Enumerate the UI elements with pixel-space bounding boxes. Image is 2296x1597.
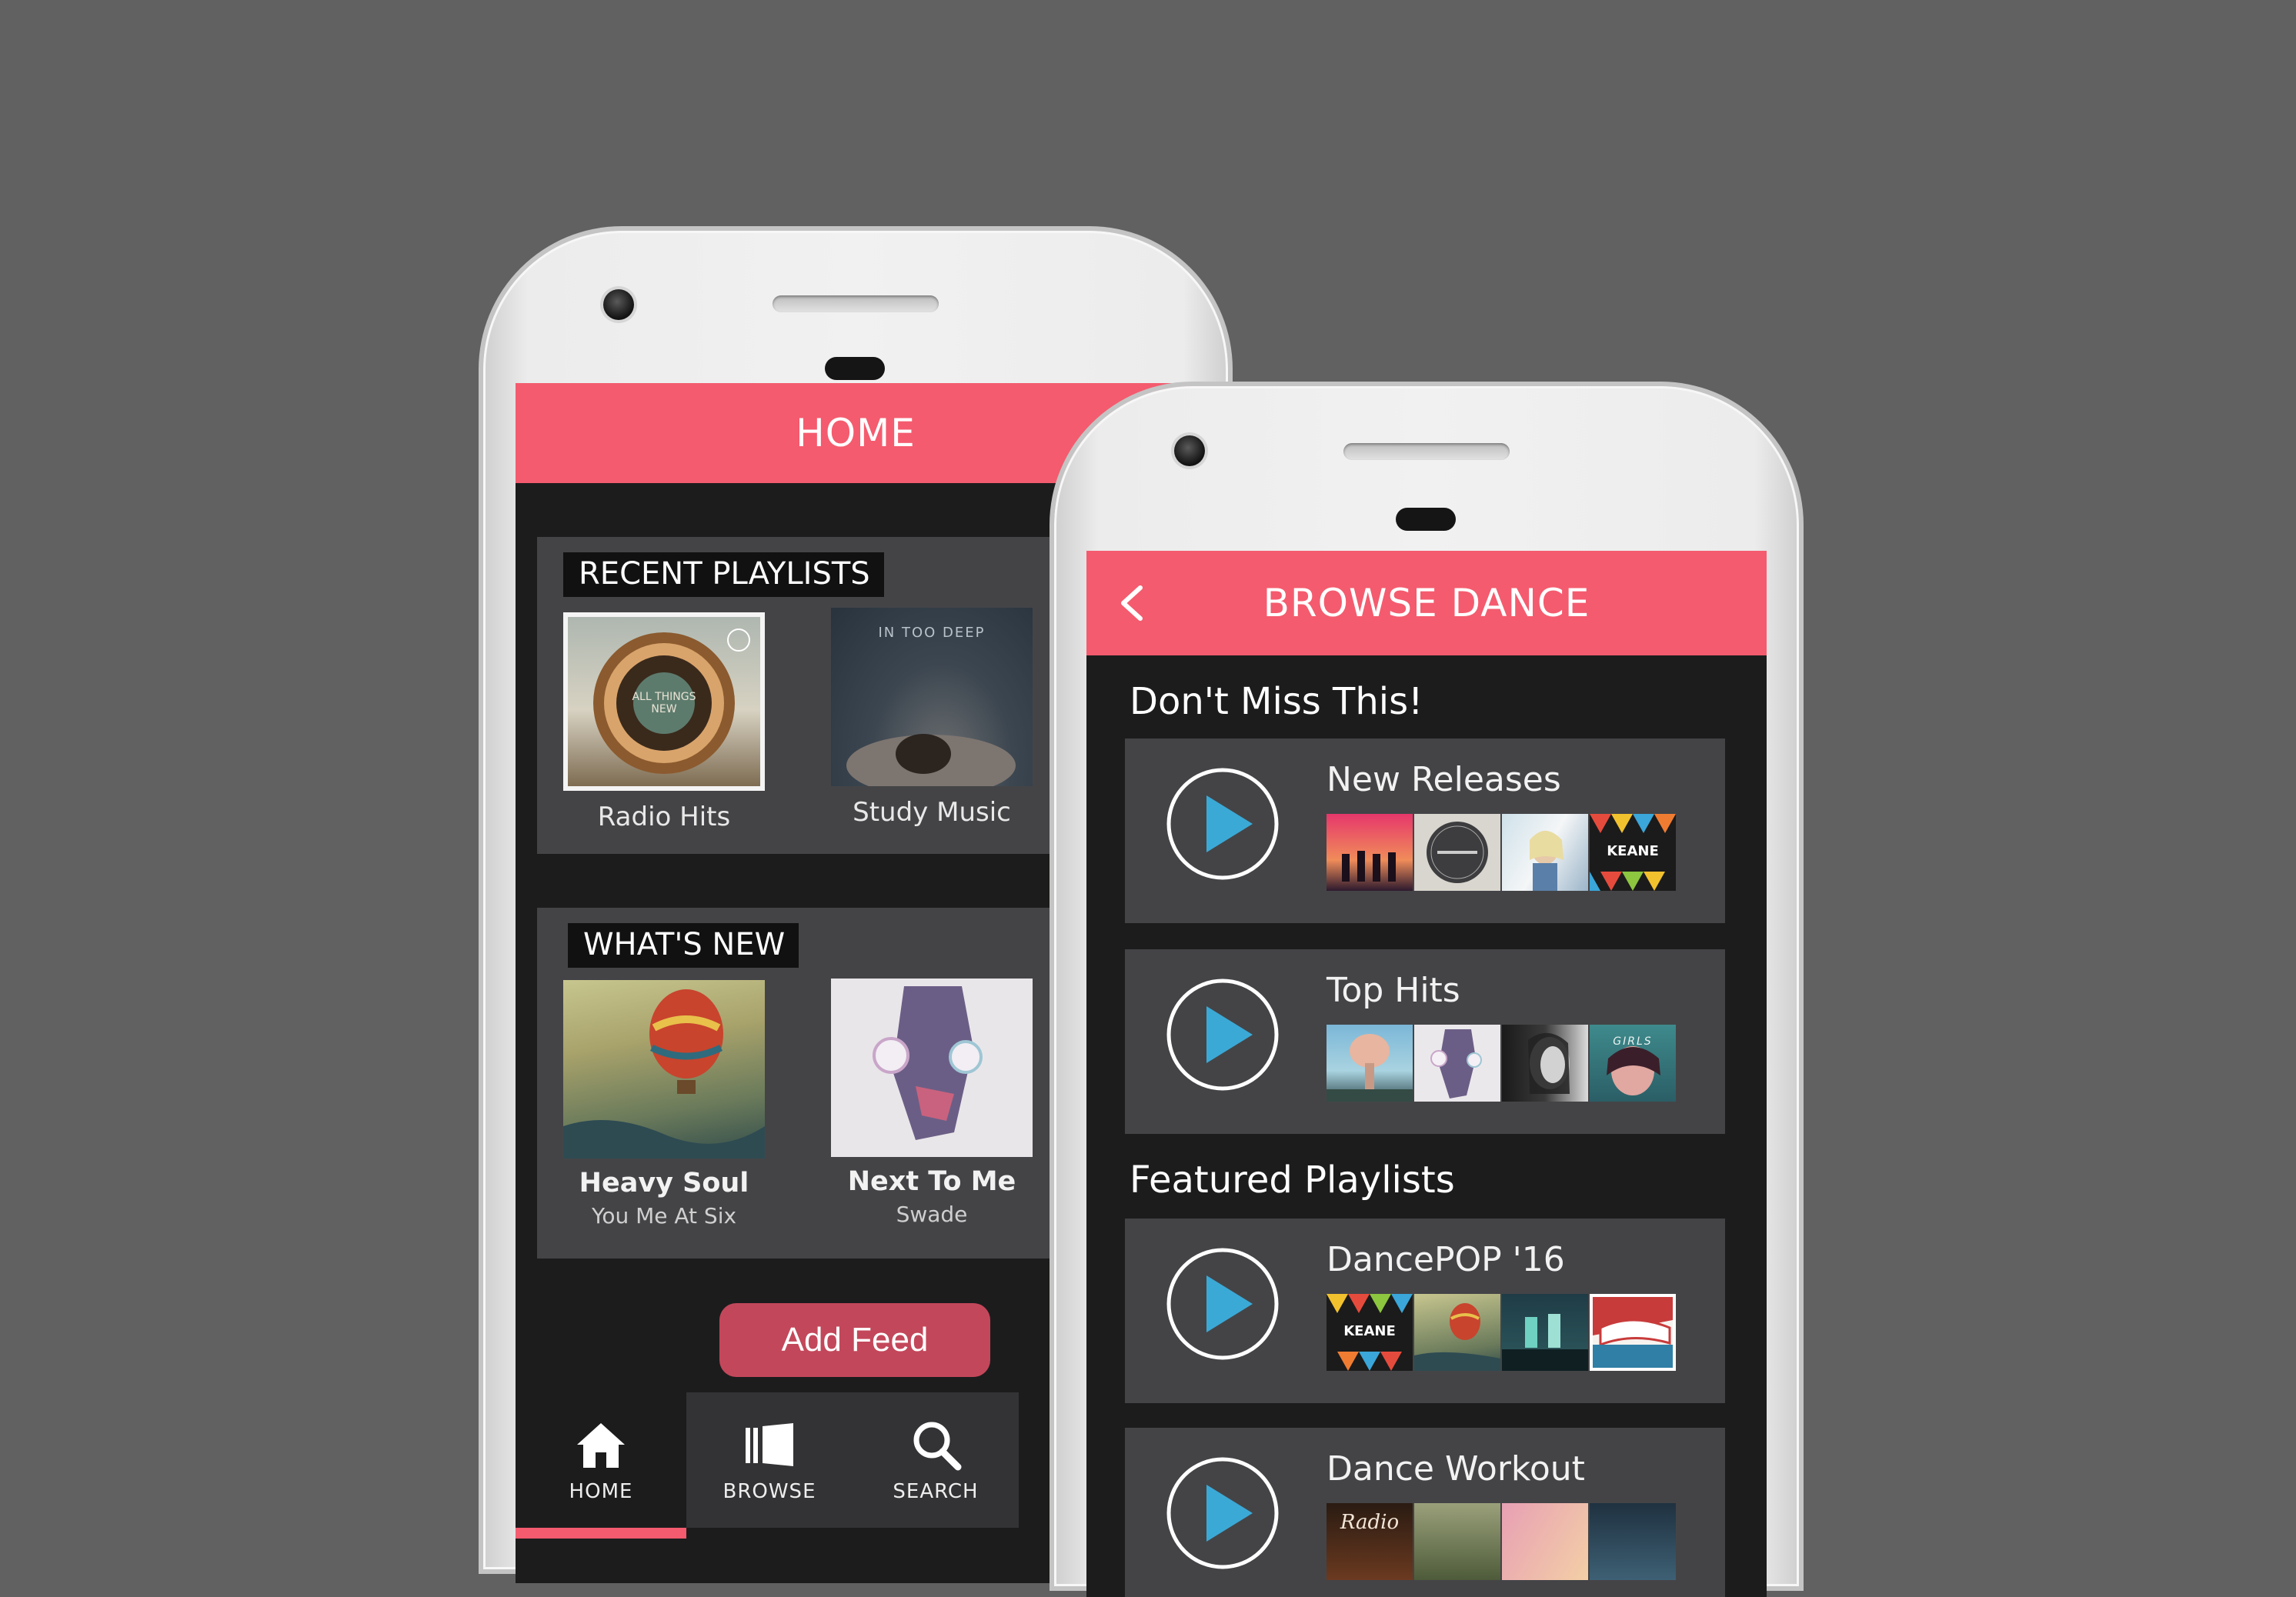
browse-header: BROWSE DANCE (1086, 551, 1767, 655)
album-thumbnails: KEANE (1327, 814, 1676, 891)
album-thumb (1327, 814, 1413, 891)
album-thumb: KEANE (1327, 1294, 1413, 1371)
whats-new-heading: WHAT'S NEW (568, 923, 799, 968)
album-art (831, 979, 1033, 1157)
playlist-row-top-hits[interactable]: Top Hits GIRLS (1125, 949, 1725, 1134)
album-thumb-text: KEANE (1343, 1323, 1396, 1339)
album-thumb-text: Radio (1340, 1511, 1400, 1534)
album-thumb-text: KEANE (1607, 843, 1659, 859)
nav-search-label: SEARCH (893, 1480, 979, 1503)
playlist-title: Top Hits (1327, 971, 1460, 1010)
play-button-icon[interactable] (1165, 766, 1280, 882)
playlist-row-new-releases[interactable]: New Releases KEANE (1125, 738, 1725, 923)
playlist-title: New Releases (1327, 760, 1561, 799)
playlist-tile-study-music[interactable]: IN TOO DEEP Study Music (831, 608, 1033, 828)
playlist-title: DancePOP '16 (1327, 1240, 1565, 1279)
album-thumbnails: GIRLS (1327, 1025, 1676, 1102)
album-thumb (1590, 1294, 1676, 1371)
album-art: IN TOO DEEP (831, 608, 1033, 786)
release-title: Heavy Soul (579, 1168, 749, 1199)
front-camera (1174, 435, 1205, 466)
play-button-icon[interactable] (1165, 977, 1280, 1092)
playlist-row-dancepop-16[interactable]: DancePOP '16 KEANE (1125, 1219, 1725, 1403)
album-thumb (1502, 1503, 1588, 1580)
proximity-sensor (825, 357, 885, 380)
playlist-row-dance-workout[interactable]: Dance Workout Radio (1125, 1428, 1725, 1597)
phone-browse: BROWSE DANCE Don't Miss This! New Releas… (1054, 386, 1799, 1597)
browse-screen: BROWSE DANCE Don't Miss This! New Releas… (1086, 551, 1767, 1597)
page-title: HOME (796, 411, 916, 455)
album-art (563, 980, 765, 1159)
album-thumb (1414, 1294, 1500, 1371)
album-thumb: KEANE (1590, 814, 1676, 891)
earpiece-speaker (773, 295, 939, 312)
album-thumb (1414, 1503, 1500, 1580)
recent-playlists-heading: RECENT PLAYLISTS (563, 552, 884, 597)
section-heading-dont-miss: Don't Miss This! (1130, 680, 1423, 723)
page-title: BROWSE DANCE (1263, 581, 1590, 625)
release-artist: Swade (896, 1202, 968, 1227)
album-thumb (1327, 1025, 1413, 1102)
album-thumb (1590, 1503, 1676, 1580)
add-feed-button[interactable]: Add Feed (719, 1303, 990, 1377)
release-tile-heavy-soul[interactable]: Heavy Soul You Me At Six (563, 980, 765, 1229)
album-thumb (1414, 1025, 1500, 1102)
playlist-label: Study Music (853, 797, 1011, 828)
album-thumb (1502, 1025, 1588, 1102)
album-thumb (1502, 1294, 1588, 1371)
play-button-icon[interactable] (1165, 1455, 1280, 1571)
playlist-title: Dance Workout (1327, 1449, 1585, 1489)
album-thumb (1414, 814, 1500, 891)
nav-home[interactable]: HOME (516, 1392, 686, 1528)
play-button-icon[interactable] (1165, 1246, 1280, 1362)
search-icon (913, 1422, 962, 1471)
nav-search[interactable]: SEARCH (853, 1392, 1019, 1528)
back-arrow-icon[interactable] (1113, 582, 1156, 625)
album-thumbnails: Radio (1327, 1503, 1676, 1580)
album-art-text: ALL THINGS NEW (632, 691, 696, 715)
front-camera (603, 289, 634, 320)
nav-browse[interactable]: BROWSE (686, 1392, 853, 1528)
nav-home-label: HOME (569, 1480, 633, 1503)
nav-browse-label: BROWSE (723, 1480, 816, 1503)
nav-active-indicator (516, 1528, 686, 1539)
release-artist: You Me At Six (591, 1203, 737, 1229)
browse-icon (746, 1423, 793, 1466)
proximity-sensor (1396, 508, 1456, 531)
album-thumbnails: KEANE (1327, 1294, 1676, 1371)
album-thumb (1502, 814, 1588, 891)
release-tile-next-to-me[interactable]: Next To Me Swade (831, 979, 1033, 1227)
home-icon (577, 1423, 625, 1468)
release-title: Next To Me (847, 1166, 1016, 1197)
earpiece-speaker (1343, 443, 1510, 460)
album-thumb: Radio (1327, 1503, 1413, 1580)
playlist-tile-radio-hits[interactable]: ALL THINGS NEW Radio Hits (563, 612, 765, 832)
section-heading-featured: Featured Playlists (1130, 1159, 1455, 1202)
album-thumb: GIRLS (1590, 1025, 1676, 1102)
playlist-label: Radio Hits (597, 802, 731, 832)
album-thumb-text: GIRLS (1613, 1035, 1653, 1048)
album-art: ALL THINGS NEW (563, 612, 765, 791)
